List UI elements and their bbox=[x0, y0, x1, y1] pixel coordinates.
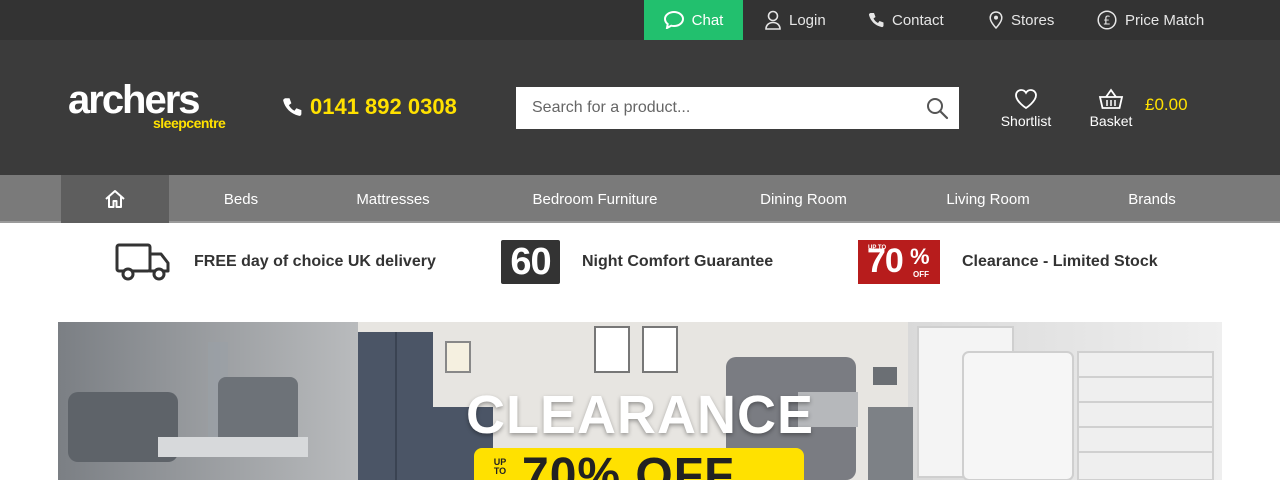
stores-label: Stores bbox=[1011, 11, 1055, 29]
phone-icon bbox=[868, 13, 884, 28]
basket-label: Basket bbox=[1089, 113, 1133, 129]
banner-offer-text: 70% OFF bbox=[522, 449, 735, 480]
phone-icon bbox=[283, 98, 302, 116]
heart-icon bbox=[1015, 89, 1037, 110]
nav-item-bedroom-furniture[interactable]: Bedroom Furniture bbox=[515, 175, 675, 223]
price-match-link[interactable]: £ Price Match bbox=[1097, 0, 1204, 40]
basket-total[interactable]: £0.00 bbox=[1145, 95, 1188, 115]
nav-item-brands[interactable]: Brands bbox=[1112, 175, 1192, 223]
top-utility-bar: Chat Login Contact Stores £ Price Match bbox=[0, 0, 1280, 40]
nav-item-mattresses[interactable]: Mattresses bbox=[340, 175, 446, 223]
stores-link[interactable]: Stores bbox=[989, 0, 1054, 40]
basket-button[interactable]: Basket bbox=[1076, 88, 1146, 133]
banner-offer-badge: UP TO 70% OFF bbox=[474, 448, 804, 480]
contact-link[interactable]: Contact bbox=[868, 0, 944, 40]
map-pin-icon bbox=[989, 11, 1003, 29]
nav-item-beds[interactable]: Beds bbox=[198, 175, 284, 223]
shortlist-label: Shortlist bbox=[1000, 113, 1052, 129]
svg-text:£: £ bbox=[1103, 14, 1111, 28]
header-phone[interactable]: 0141 892 0308 bbox=[282, 92, 457, 122]
seventy-percent-off-badge: UP TO 70 % OFF bbox=[858, 240, 940, 284]
usp-comfort-guarantee[interactable]: 60 Night Comfort Guarantee bbox=[501, 239, 773, 285]
login-link[interactable]: Login bbox=[765, 0, 826, 40]
contact-label: Contact bbox=[892, 11, 944, 29]
nav-home[interactable] bbox=[61, 175, 169, 223]
usp-clearance[interactable]: UP TO 70 % OFF Clearance - Limited Stock bbox=[858, 239, 1158, 285]
chat-label: Chat bbox=[691, 11, 724, 29]
badge-value: 70 bbox=[867, 242, 904, 280]
search-button[interactable] bbox=[925, 96, 949, 125]
badge-percent: % bbox=[910, 244, 930, 269]
search-box bbox=[516, 87, 959, 129]
user-icon bbox=[765, 10, 781, 30]
nav-item-dining-room[interactable]: Dining Room bbox=[746, 175, 861, 223]
sixty-night-badge: 60 bbox=[501, 240, 560, 284]
usp-comfort-text: Night Comfort Guarantee bbox=[582, 253, 774, 270]
nav-item-living-room[interactable]: Living Room bbox=[933, 175, 1043, 223]
chat-bubble-icon bbox=[663, 11, 684, 29]
banner-title: CLEARANCE bbox=[465, 385, 814, 445]
banner-upto-text: UP TO bbox=[493, 457, 507, 476]
usp-clearance-text: Clearance - Limited Stock bbox=[962, 253, 1158, 270]
badge-off-text: OFF bbox=[913, 270, 929, 279]
usp-delivery-text: FREE day of choice UK delivery bbox=[194, 253, 436, 270]
usp-delivery[interactable]: FREE day of choice UK delivery bbox=[114, 239, 436, 285]
chat-button[interactable]: Chat bbox=[644, 0, 743, 40]
clearance-hero-banner[interactable]: CLEARANCE UP TO 70% OFF bbox=[58, 322, 1222, 480]
phone-number: 0141 892 0308 bbox=[310, 94, 457, 119]
search-icon bbox=[927, 98, 949, 120]
shortlist-button[interactable]: Shortlist bbox=[991, 88, 1061, 133]
home-icon bbox=[105, 190, 125, 208]
main-navigation: Beds Mattresses Bedroom Furniture Dining… bbox=[0, 175, 1280, 223]
price-match-label: Price Match bbox=[1125, 11, 1205, 29]
logo-subtitle: sleepcentre bbox=[153, 115, 226, 131]
site-header: archers sleepcentre 0141 892 0308 Shortl… bbox=[0, 40, 1280, 175]
delivery-truck-icon bbox=[115, 243, 170, 281]
login-label: Login bbox=[789, 11, 826, 29]
search-input[interactable] bbox=[516, 87, 916, 129]
pound-circle-icon: £ bbox=[1097, 10, 1117, 30]
site-logo[interactable]: archers sleepcentre bbox=[68, 78, 238, 138]
basket-icon bbox=[1098, 88, 1124, 109]
